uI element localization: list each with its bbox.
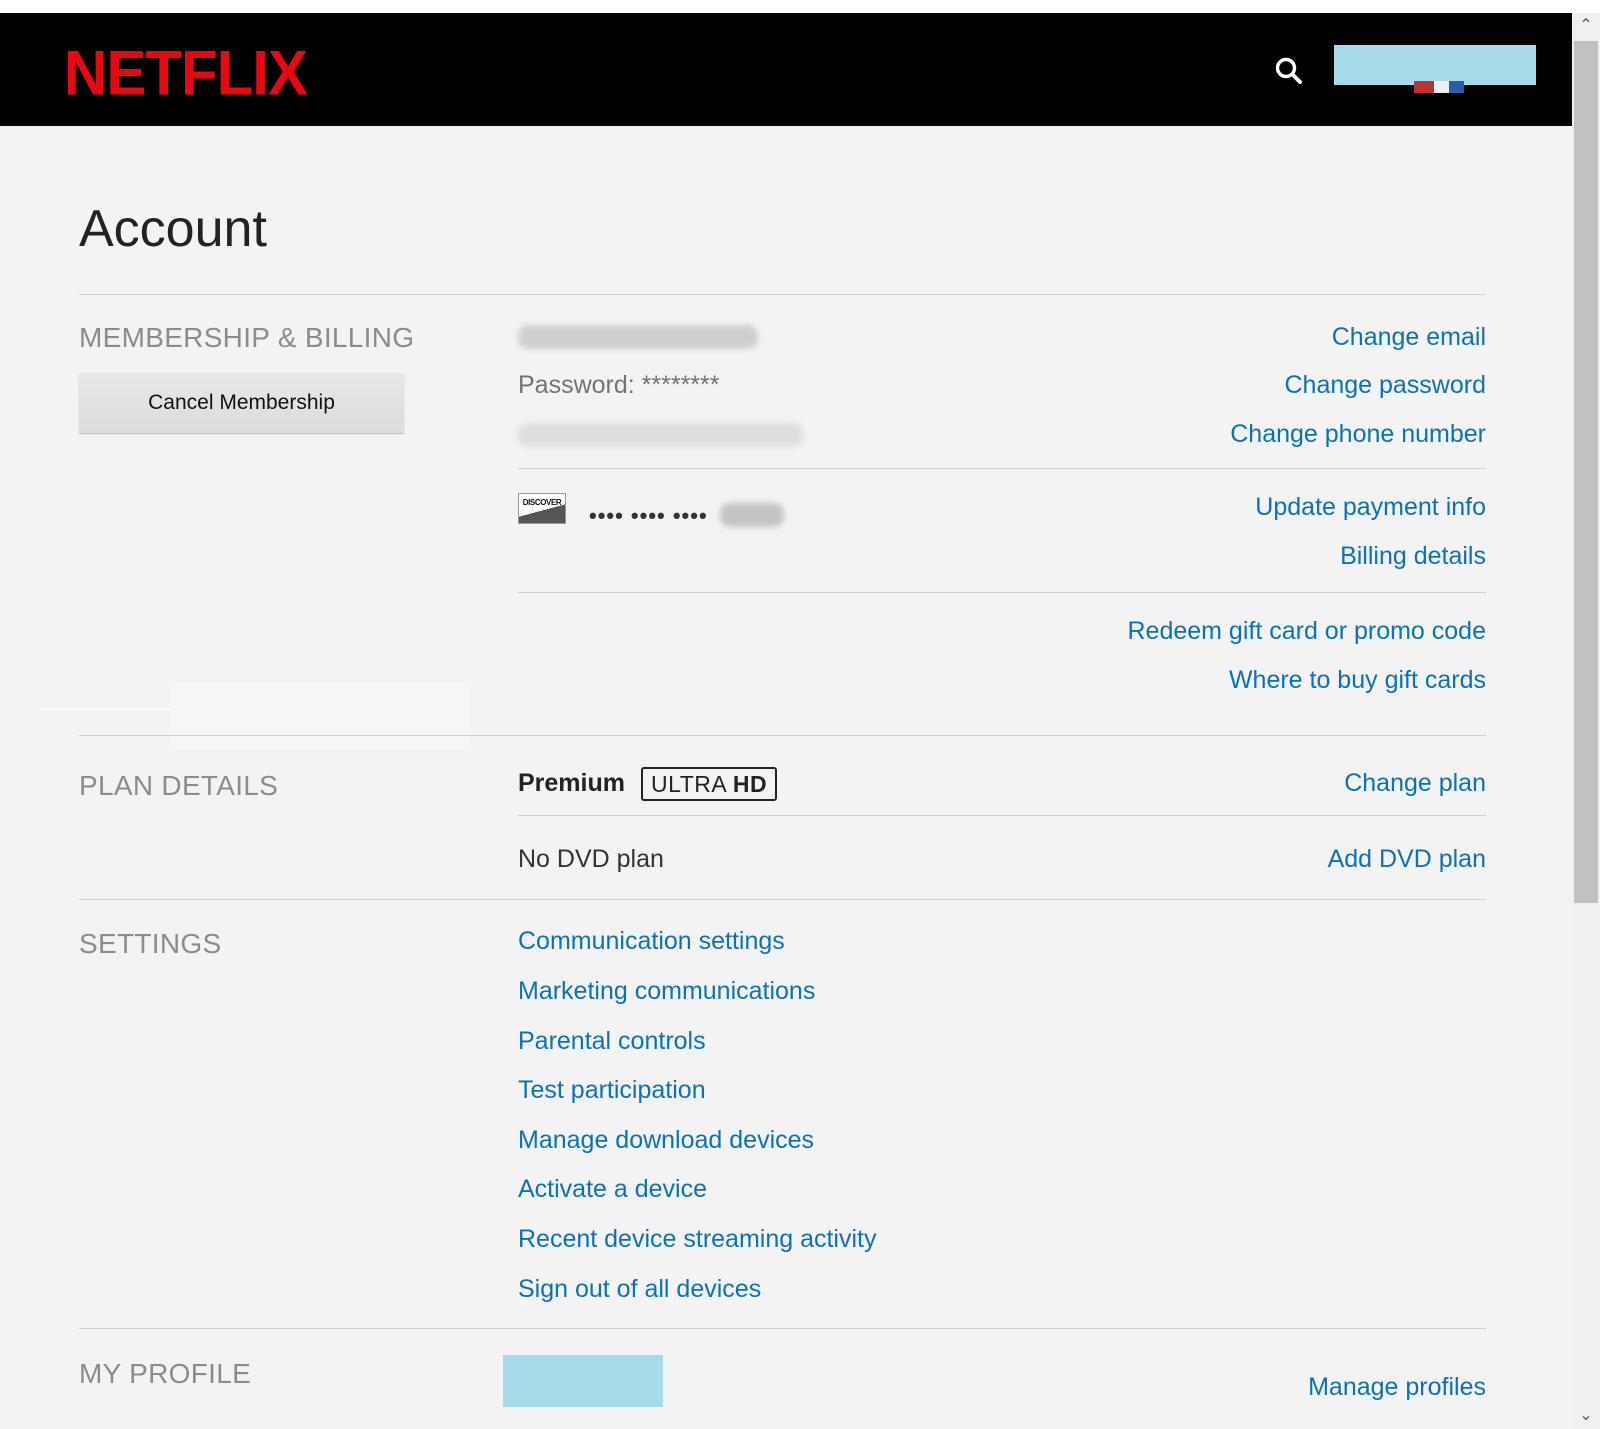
page-viewport: NETFLIX Account MEMBERSHIP & BILLING Can… — [0, 13, 1572, 1429]
chevron-down-icon[interactable]: ⌄ — [1572, 1403, 1600, 1429]
cancel-membership-button[interactable]: Cancel Membership — [79, 373, 404, 433]
badge-bold-text: HD — [732, 771, 768, 797]
scrollbar-thumb[interactable] — [1574, 41, 1598, 903]
redeem-gift-card-link[interactable]: Redeem gift card or promo code — [1127, 617, 1486, 646]
change-phone-link[interactable]: Change phone number — [1230, 420, 1486, 449]
divider — [518, 468, 1486, 469]
update-payment-link[interactable]: Update payment info — [1255, 493, 1486, 522]
settings-link-test-participation[interactable]: Test participation — [518, 1076, 706, 1105]
settings-link-download-devices[interactable]: Manage download devices — [518, 1126, 814, 1155]
settings-link-activate-device[interactable]: Activate a device — [518, 1175, 707, 1204]
settings-link-streaming-activity[interactable]: Recent device streaming activity — [518, 1225, 876, 1254]
settings-link-parental-controls[interactable]: Parental controls — [518, 1027, 706, 1056]
divider — [79, 294, 1486, 295]
card-last-digits-redacted — [720, 503, 784, 527]
divider — [79, 735, 1486, 736]
email-redacted — [518, 325, 758, 349]
artifact — [40, 709, 170, 710]
change-plan-link[interactable]: Change plan — [1344, 769, 1486, 798]
divider — [79, 899, 1486, 900]
artifact — [170, 683, 470, 749]
billing-details-link[interactable]: Billing details — [1340, 542, 1486, 571]
settings-link-communication[interactable]: Communication settings — [518, 927, 785, 956]
settings-link-sign-out-all[interactable]: Sign out of all devices — [518, 1275, 761, 1304]
my-profile-label: MY PROFILE — [79, 1358, 252, 1389]
password-text: Password: ******** — [518, 371, 720, 399]
badge-light-text: ULTRA — [651, 771, 726, 797]
manage-profiles-link[interactable]: Manage profiles — [1308, 1373, 1486, 1402]
phone-redacted — [518, 423, 803, 447]
ultra-hd-badge: ULTRA HD — [641, 767, 778, 801]
divider — [518, 815, 1486, 816]
where-to-buy-gift-cards-link[interactable]: Where to buy gift cards — [1229, 666, 1486, 695]
membership-billing-label: MEMBERSHIP & BILLING — [79, 322, 415, 353]
page-title: Account — [79, 200, 267, 258]
add-dvd-plan-link[interactable]: Add DVD plan — [1328, 845, 1486, 874]
top-header: NETFLIX — [0, 13, 1572, 126]
profile-menu-redacted[interactable] — [1334, 45, 1536, 93]
settings-link-marketing[interactable]: Marketing communications — [518, 977, 815, 1006]
plan-details-label: PLAN DETAILS — [79, 770, 279, 801]
masked-card-number: •••• •••• •••• — [589, 503, 708, 528]
change-email-link[interactable]: Change email — [1332, 323, 1486, 352]
dvd-plan-status: No DVD plan — [518, 845, 664, 873]
settings-label: SETTINGS — [79, 928, 222, 959]
chevron-up-icon[interactable]: ⌃ — [1572, 13, 1600, 39]
profile-name-redacted — [503, 1355, 663, 1407]
plan-name: Premium — [518, 769, 625, 797]
netflix-logo[interactable]: NETFLIX — [64, 37, 308, 109]
discover-card-icon: DISCOVER — [518, 493, 566, 524]
vertical-scrollbar[interactable]: ⌃ ⌄ — [1572, 13, 1600, 1429]
search-icon[interactable] — [1274, 56, 1304, 86]
divider — [518, 592, 1486, 593]
change-password-link[interactable]: Change password — [1284, 371, 1486, 400]
divider — [79, 1328, 1486, 1329]
